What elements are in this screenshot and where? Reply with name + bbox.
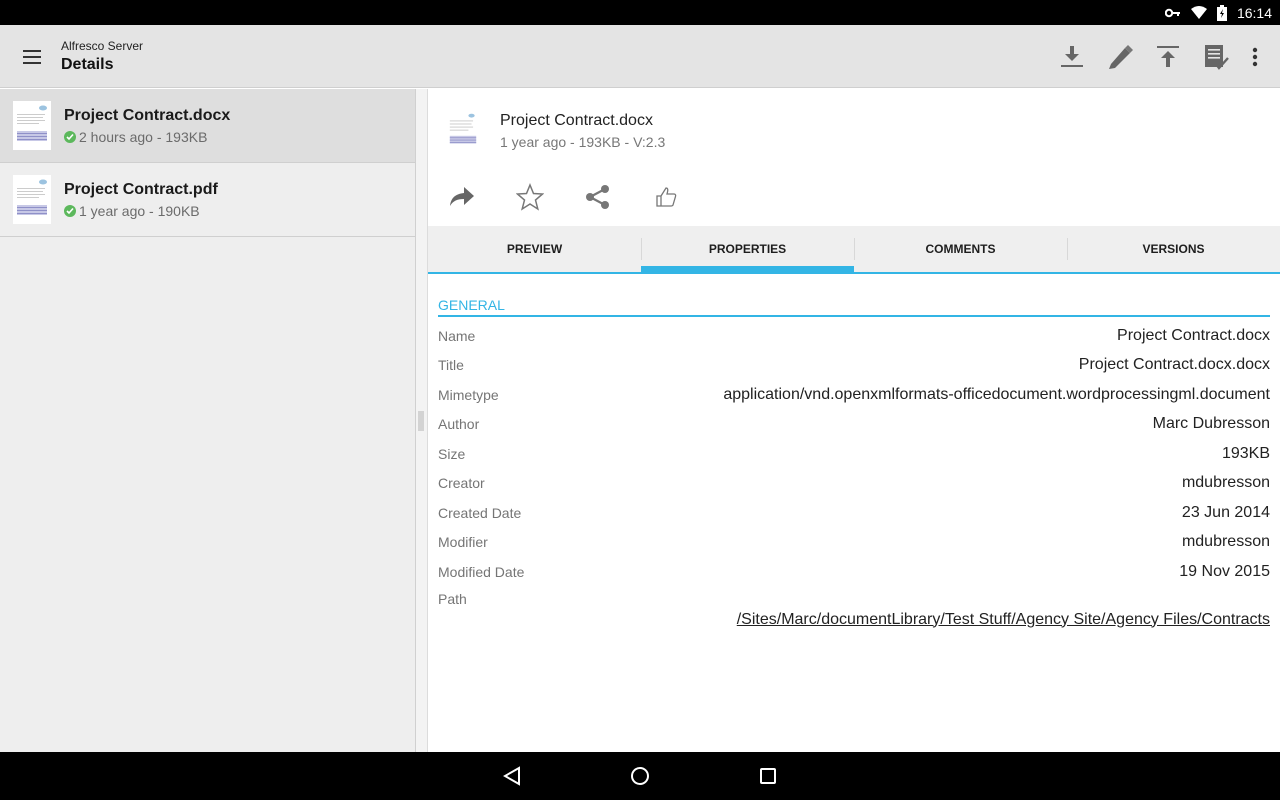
wifi-icon — [1190, 6, 1207, 19]
synced-check-icon — [64, 205, 76, 217]
property-label: Name — [438, 327, 476, 344]
property-row: Creator mdubresson — [438, 469, 1270, 499]
upload-new-version-button[interactable] — [1144, 33, 1192, 81]
app-bar: Alfresco Server Details — [0, 25, 1280, 88]
property-row: Author Marc Dubresson — [438, 410, 1270, 440]
open-with-button[interactable] — [446, 181, 478, 213]
document-actions — [446, 181, 682, 213]
pane-divider[interactable] — [416, 89, 428, 752]
property-row: Modifier mdubresson — [438, 528, 1270, 558]
synced-check-icon — [64, 131, 76, 143]
details-pane: Project Contract.docx 1 year ago - 193KB… — [428, 89, 1280, 752]
toolbar-actions — [1048, 25, 1270, 88]
property-value: 19 Nov 2015 — [1179, 562, 1270, 580]
section-header-general: GENERAL — [438, 297, 1270, 317]
tab-versions[interactable]: VERSIONS — [1067, 226, 1280, 272]
property-value: 23 Jun 2014 — [1181, 503, 1270, 521]
edit-icon — [1109, 44, 1133, 69]
document-meta: 1 year ago - 193KB - V:2.3 — [500, 134, 666, 150]
status-bar: 16:14 — [0, 0, 1280, 25]
back-icon — [503, 766, 520, 786]
property-row: Created Date 23 Jun 2014 — [438, 498, 1270, 528]
share-button[interactable] — [582, 181, 614, 213]
property-row-path: Path /Sites/Marc/documentLibrary/Test St… — [438, 587, 1270, 641]
property-row: Title Project Contract.docx.docx — [438, 351, 1270, 381]
drag-handle-icon[interactable] — [418, 411, 424, 431]
review-button[interactable] — [1192, 33, 1240, 81]
tab-comments[interactable]: COMMENTS — [854, 226, 1067, 272]
home-icon — [631, 767, 649, 785]
thumbs-up-icon — [656, 187, 677, 207]
file-name: Project Contract.pdf — [64, 181, 218, 198]
download-button[interactable] — [1048, 33, 1096, 81]
property-label: Title — [438, 357, 464, 374]
clock: 16:14 — [1236, 4, 1272, 21]
file-name: Project Contract.docx — [64, 107, 231, 124]
document-thumbnail-icon — [13, 101, 51, 150]
file-meta: 1 year ago - 190KB — [79, 203, 200, 219]
favorite-button[interactable] — [514, 181, 546, 213]
property-value: Project Contract.docx — [1117, 326, 1270, 344]
tab-properties[interactable]: PROPERTIES — [641, 226, 854, 272]
upload-icon — [1157, 45, 1179, 67]
star-outline-icon — [516, 183, 544, 211]
edit-button[interactable] — [1096, 33, 1144, 81]
property-value: Marc Dubresson — [1152, 415, 1270, 433]
properties-list: Name Project Contract.docx Title Project C… — [438, 321, 1270, 641]
property-label: Modifier — [438, 534, 488, 551]
property-value: 193KB — [1221, 444, 1270, 462]
property-label: Creator — [438, 475, 485, 492]
property-value: Project Contract.docx.docx — [1078, 356, 1270, 374]
more-vert-icon — [1252, 47, 1258, 66]
download-icon — [1061, 45, 1083, 67]
share-icon — [586, 185, 609, 209]
property-row: Size 193KB — [438, 439, 1270, 469]
property-value: mdubresson — [1181, 474, 1270, 492]
property-label: Author — [438, 416, 480, 433]
hamburger-menu-icon — [23, 50, 41, 64]
property-value: mdubresson — [1181, 533, 1270, 551]
property-row: Mimetype application/vnd.openxmlformats-o… — [438, 380, 1270, 410]
menu-button[interactable] — [16, 43, 48, 71]
property-value: application/vnd.openxmlformats-officedoc… — [723, 385, 1270, 403]
system-navigation-bar — [0, 752, 1280, 800]
property-label: Path — [438, 590, 467, 607]
file-meta: 2 hours ago - 193KB — [79, 129, 208, 145]
property-label: Mimetype — [438, 386, 499, 403]
document-name: Project Contract.docx — [500, 112, 653, 129]
home-button[interactable] — [628, 764, 652, 788]
more-options-button[interactable] — [1240, 33, 1270, 81]
vpn-key-icon — [1164, 8, 1181, 18]
property-label: Size — [438, 445, 466, 462]
path-link[interactable]: /Sites/Marc/documentLibrary/Test Stuff/A… — [737, 611, 1270, 629]
tab-preview[interactable]: PREVIEW — [428, 226, 641, 272]
back-button[interactable] — [500, 764, 524, 788]
property-label: Modified Date — [438, 563, 525, 580]
details-tabs: PREVIEW PROPERTIES COMMENTS VERSIONS — [428, 226, 1280, 274]
app-subtitle: Alfresco Server — [61, 39, 144, 53]
property-row: Name Project Contract.docx — [438, 321, 1270, 351]
review-icon — [1205, 44, 1229, 70]
recents-icon — [760, 768, 776, 784]
open-with-icon — [450, 187, 474, 206]
property-row: Modified Date 19 Nov 2015 — [438, 557, 1270, 587]
like-button[interactable] — [650, 181, 682, 213]
page-title: Details — [61, 56, 114, 73]
recents-button[interactable] — [756, 764, 780, 788]
file-list-item[interactable]: Project Contract.pdf 1 year ago - 190KB — [0, 163, 415, 237]
document-thumbnail-icon — [13, 175, 51, 224]
property-label: Created Date — [438, 504, 522, 521]
document-thumbnail-icon — [448, 111, 478, 149]
battery-charging-icon — [1216, 4, 1227, 21]
file-list-item[interactable]: Project Contract.docx 2 hours ago - 193K… — [0, 89, 415, 163]
file-list: Project Contract.docx 2 hours ago - 193K… — [0, 89, 416, 752]
